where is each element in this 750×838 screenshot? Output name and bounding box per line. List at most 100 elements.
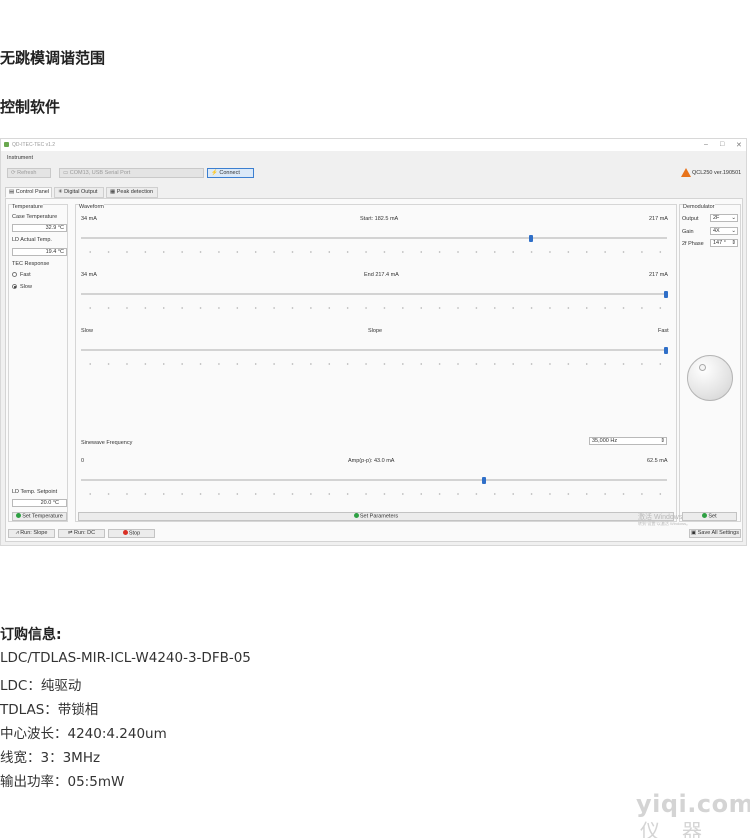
peak-icon: ▦	[110, 189, 117, 195]
set-parameters-button[interactable]: Set Parameters	[78, 512, 674, 521]
setpoint-field[interactable]: 20.0 °C	[12, 499, 67, 507]
order-line: 中心波长：4240:4.240um	[0, 726, 167, 742]
end-slider-thumb[interactable]	[664, 291, 668, 298]
instrument-label: Instrument	[7, 155, 33, 161]
spin-icon[interactable]: ⇕	[731, 240, 736, 246]
software-screenshot: QD-ITEC-TEC v1.2 – □ ✕ Instrument ⟳ Refr…	[0, 138, 747, 546]
slope-label: Slope	[368, 328, 383, 334]
end-value: End 217.4 mA	[364, 272, 399, 278]
ld-temp-label: LD Actual Temp.	[12, 237, 52, 243]
set-parameters-label: Set Parameters	[359, 513, 399, 520]
knob-indicator	[699, 364, 706, 371]
phase-value: 147 °	[713, 240, 726, 246]
refresh-label: Refresh	[17, 170, 37, 176]
slope-max: Fast	[658, 328, 669, 334]
run-slope-label: Run: Slope	[20, 530, 48, 536]
connect-button[interactable]: ⚡ Connect	[207, 168, 254, 178]
panel-icon: ▤	[9, 189, 16, 195]
gain-label: Gain	[682, 229, 694, 235]
demod-set-label: Set	[708, 513, 717, 520]
setpoint-value: 20.0 °C	[40, 500, 59, 506]
activate-windows-subtext: 转到"设置"以激活 Windows。	[638, 521, 691, 526]
gain-value: 4X	[713, 228, 720, 234]
start-max: 217 mA	[649, 216, 668, 222]
sinewave-value: 35,000 Hz	[592, 438, 618, 444]
run-dc-button[interactable]: ⇌ Run: DC	[58, 529, 105, 538]
order-line: 输出功率：05:5mW	[0, 774, 125, 790]
window-title: QD-ITEC-TEC v1.2	[12, 142, 56, 148]
connect-label: Connect	[219, 170, 240, 176]
chevron-down-icon: ⌄	[731, 215, 736, 221]
ok-icon	[353, 513, 359, 518]
usb-icon: ▭	[63, 170, 70, 176]
end-ticks	[81, 307, 667, 309]
waveform-title: Waveform	[79, 204, 104, 210]
sinewave-field[interactable]: 35,000 Hz ⇕	[589, 437, 667, 445]
stop-icon	[122, 530, 128, 535]
gain-select[interactable]: 4X ⌄	[710, 227, 738, 235]
tab-peak-detection[interactable]: ▦ Peak detection	[106, 187, 158, 198]
phase-label: 2f Phase	[682, 241, 704, 247]
save-icon: ▣	[690, 530, 698, 536]
order-line: LDC：纯驱动	[0, 678, 82, 694]
start-ticks	[81, 251, 667, 253]
demod-set-button[interactable]: Set	[682, 512, 737, 521]
save-all-label: Save All Settings	[697, 530, 739, 536]
spin-icon[interactable]: ⇕	[660, 438, 665, 444]
output-select[interactable]: 2F ⌄	[710, 214, 738, 222]
output-value: 2F	[713, 215, 720, 221]
tab-label: Peak detection	[116, 189, 154, 195]
phase-field[interactable]: 147 ° ⇕	[710, 239, 738, 247]
start-slider[interactable]	[81, 237, 667, 239]
set-temperature-label: Set Temperature	[22, 513, 63, 520]
tab-digital-output[interactable]: ✳ Digital Output	[54, 187, 104, 198]
close-icon[interactable]: ✕	[736, 141, 742, 149]
amp-value: Amp(p-p): 43.0 mA	[348, 458, 395, 464]
site-watermark: yiqi.com	[636, 790, 750, 818]
minimize-icon[interactable]: –	[704, 141, 708, 148]
refresh-button[interactable]: ⟳ Refresh	[7, 168, 51, 178]
end-slider[interactable]	[81, 293, 667, 295]
maximize-icon[interactable]: □	[720, 141, 724, 148]
start-slider-thumb[interactable]	[529, 235, 534, 242]
tab-label: Control Panel	[15, 189, 50, 195]
case-temp-label: Case Temperature	[12, 214, 58, 220]
amp-ticks	[81, 493, 667, 495]
tec-response-label: TEC Response	[12, 261, 50, 267]
tab-control-panel[interactable]: ▤ Control Panel	[5, 187, 52, 198]
ok-icon	[16, 513, 22, 518]
chevron-down-icon: ⌄	[731, 228, 736, 234]
amp-min: 0	[81, 458, 85, 464]
end-min: 34 mA	[81, 272, 97, 278]
port-value: COM13, USB Serial Port	[69, 170, 131, 176]
slope-min: Slow	[81, 328, 93, 334]
site-watermark-cn: 仪器网	[640, 819, 724, 838]
slope-slider[interactable]	[81, 349, 667, 351]
run-slope-button[interactable]: ⩘ Run: Slope	[8, 529, 55, 538]
stop-button[interactable]: Stop	[108, 529, 155, 538]
start-min: 34 mA	[81, 216, 97, 222]
case-temp-field: 32.9 °C	[12, 224, 67, 232]
tec-fast-radio[interactable]	[12, 272, 17, 277]
amp-slider-thumb[interactable]	[482, 477, 487, 484]
ok-icon	[702, 513, 708, 518]
order-info-title: 订购信息:	[0, 627, 62, 643]
port-select[interactable]: ▭ COM13, USB Serial Port	[59, 168, 204, 178]
control-software-heading: 控制软件	[0, 98, 61, 116]
tec-fast-label: Fast	[20, 272, 31, 278]
app-icon	[4, 142, 9, 147]
phase-knob[interactable]	[687, 355, 733, 401]
sinewave-label: Sinewave Frequency	[81, 440, 133, 446]
ld-temp-field: 19.4 °C	[12, 248, 67, 256]
order-line: TDLAS：带锁相	[0, 702, 99, 718]
set-temperature-button[interactable]: Set Temperature	[12, 512, 67, 521]
save-all-settings-button[interactable]: ▣ Save All Settings	[689, 529, 741, 538]
slope-slider-thumb[interactable]	[664, 347, 668, 354]
tec-slow-radio[interactable]	[12, 284, 17, 289]
amp-slider[interactable]	[81, 479, 667, 481]
version-label: QCL250 ver.190501	[692, 170, 742, 176]
start-value: Start: 182.5 mA	[360, 216, 399, 222]
setpoint-label: LD Temp. Setpoint	[12, 489, 58, 495]
amp-max: 62.5 mA	[647, 458, 668, 464]
demodulator-title: Demodulator	[683, 204, 715, 210]
